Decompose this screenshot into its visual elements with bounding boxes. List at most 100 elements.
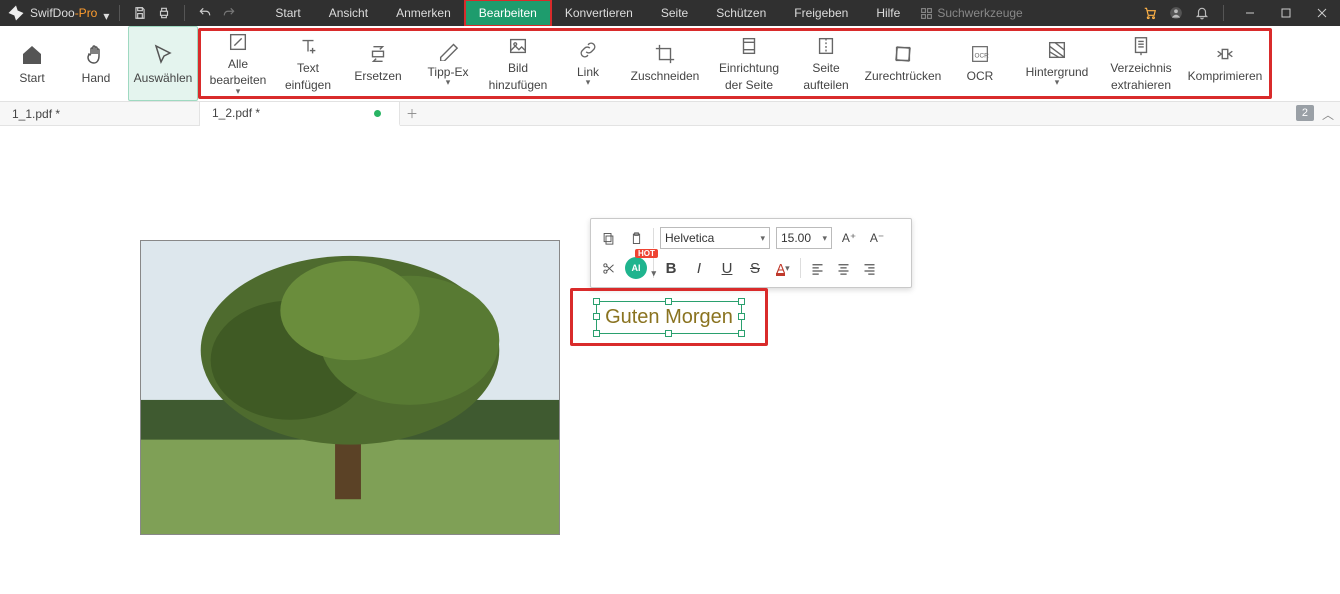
label: extrahieren xyxy=(1111,78,1171,92)
bold-button[interactable]: B xyxy=(660,257,682,279)
ai-button[interactable]: AIHOT▾ xyxy=(625,257,647,279)
hot-badge: HOT xyxy=(635,249,658,258)
menu-seite[interactable]: Seite xyxy=(647,0,702,26)
titlebar: SwifDoo-Pro ▾ Start Ansicht Anmerken Bea… xyxy=(0,0,1340,26)
resize-handle[interactable] xyxy=(665,330,672,337)
align-center-icon[interactable] xyxy=(833,257,853,279)
add-tab-button[interactable]: ＋ xyxy=(400,102,424,125)
tool-hand[interactable]: Hand xyxy=(64,26,128,101)
menu-konvertieren[interactable]: Konvertieren xyxy=(551,0,647,26)
label: hinzufügen xyxy=(489,78,548,92)
rtool-alle-bearbeiten[interactable]: Alle bearbeiten xyxy=(203,31,273,96)
cut-icon[interactable] xyxy=(597,257,619,279)
collapse-ribbon-button[interactable]: ︿ xyxy=(1322,106,1334,123)
label: OCR xyxy=(967,69,994,83)
grow-font-button[interactable]: A⁺ xyxy=(838,227,860,249)
editable-textbox[interactable]: Guten Morgen xyxy=(596,301,742,334)
size-select[interactable]: 15.00▾ xyxy=(776,227,832,249)
rtool-komprimieren[interactable]: Komprimieren xyxy=(1183,31,1267,96)
search-tools[interactable]: Suchwerkzeuge xyxy=(920,6,1022,20)
italic-button[interactable]: I xyxy=(688,257,710,279)
doctab-0[interactable]: 1_1.pdf * xyxy=(0,102,200,125)
rtool-seite-aufteilen[interactable]: Seite aufteilen xyxy=(791,31,861,96)
label: bearbeiten xyxy=(210,73,267,87)
label: Seite xyxy=(812,61,839,75)
eraser-icon xyxy=(437,39,459,61)
minimize-button[interactable] xyxy=(1232,0,1268,26)
embedded-image[interactable] xyxy=(140,240,560,535)
titlebar-right xyxy=(1137,0,1340,26)
textbox-highlight: Guten Morgen xyxy=(570,288,768,346)
separator xyxy=(653,228,654,248)
menu-anmerken[interactable]: Anmerken xyxy=(382,0,465,26)
rtool-bild[interactable]: Bild hinzufügen xyxy=(483,31,553,96)
bell-icon[interactable] xyxy=(1189,0,1215,26)
resize-handle[interactable] xyxy=(738,330,745,337)
app-dropdown-icon[interactable]: ▾ xyxy=(103,9,111,17)
rtool-link[interactable]: Link xyxy=(553,31,623,96)
font-select[interactable]: Helvetica▾ xyxy=(660,227,770,249)
doctab-1[interactable]: 1_2.pdf * xyxy=(200,102,400,126)
label: Bild xyxy=(508,61,528,75)
menu-freigeben[interactable]: Freigeben xyxy=(780,0,862,26)
user-icon[interactable] xyxy=(1163,0,1189,26)
chevron-down-icon: ▾ xyxy=(822,233,827,244)
menu-hilfe[interactable]: Hilfe xyxy=(862,0,914,26)
copy-icon[interactable] xyxy=(597,227,619,249)
font-value: Helvetica xyxy=(665,231,714,245)
cart-icon[interactable] xyxy=(1137,0,1163,26)
underline-button[interactable]: U xyxy=(716,257,738,279)
tool-start[interactable]: Start xyxy=(0,26,64,101)
paste-icon[interactable] xyxy=(625,227,647,249)
menu-ansicht[interactable]: Ansicht xyxy=(315,0,382,26)
document-canvas[interactable]: Helvetica▾ 15.00▾ A⁺ A⁻ AIHOT▾ B I U S A… xyxy=(0,126,1340,594)
menu-bearbeiten[interactable]: Bearbeiten xyxy=(465,0,551,26)
align-left-icon[interactable] xyxy=(807,257,827,279)
chevron-down-icon: ▾ xyxy=(651,268,656,279)
maximize-button[interactable] xyxy=(1268,0,1304,26)
page-setup-icon xyxy=(738,35,760,57)
rtool-text-einfuegen[interactable]: Text einfügen xyxy=(273,31,343,96)
ribbon: Start Hand Auswählen Alle bearbeiten Tex… xyxy=(0,26,1340,102)
rtool-ocr[interactable]: OCR OCR xyxy=(945,31,1015,96)
rtool-einrichtung[interactable]: Einrichtung der Seite xyxy=(707,31,791,96)
label: aufteilen xyxy=(803,78,848,92)
resize-handle[interactable] xyxy=(738,313,745,320)
replace-icon xyxy=(367,43,389,65)
undo-icon[interactable] xyxy=(193,1,217,25)
resize-handle[interactable] xyxy=(665,298,672,305)
menu-schuetzen[interactable]: Schützen xyxy=(702,0,780,26)
separator xyxy=(119,5,120,21)
rtool-tippex[interactable]: Tipp-Ex xyxy=(413,31,483,96)
rtool-ersetzen[interactable]: Ersetzen xyxy=(343,31,413,96)
label: Hintergrund xyxy=(1026,65,1089,79)
tool-start-label: Start xyxy=(19,71,44,85)
textbox-text[interactable]: Guten Morgen xyxy=(605,306,733,328)
ai-label: AI xyxy=(632,263,641,273)
label: Tipp-Ex xyxy=(428,65,469,79)
rtool-verzeichnis[interactable]: Verzeichnis extrahieren xyxy=(1099,31,1183,96)
label: Ersetzen xyxy=(354,69,401,83)
shrink-font-button[interactable]: A⁻ xyxy=(866,227,888,249)
tool-select[interactable]: Auswählen xyxy=(128,26,198,101)
redo-icon[interactable] xyxy=(217,1,241,25)
resize-handle[interactable] xyxy=(593,330,600,337)
resize-handle[interactable] xyxy=(738,298,745,305)
print-icon[interactable] xyxy=(152,1,176,25)
menu-start[interactable]: Start xyxy=(261,0,314,26)
font-color-button[interactable]: A▾ xyxy=(772,257,794,279)
rtool-zurechtruecken[interactable]: Zurechtrücken xyxy=(861,31,945,96)
svg-text:OCR: OCR xyxy=(975,53,990,60)
rtool-hintergrund[interactable]: Hintergrund xyxy=(1015,31,1099,96)
resize-handle[interactable] xyxy=(593,298,600,305)
strike-button[interactable]: S xyxy=(744,257,766,279)
resize-handle[interactable] xyxy=(593,313,600,320)
align-right-icon[interactable] xyxy=(859,257,879,279)
save-icon[interactable] xyxy=(128,1,152,25)
rtool-zuschneiden[interactable]: Zuschneiden xyxy=(623,31,707,96)
format-toolbar: Helvetica▾ 15.00▾ A⁺ A⁻ AIHOT▾ B I U S A… xyxy=(590,218,912,288)
left-tools: Start Hand Auswählen xyxy=(0,26,198,101)
split-page-icon xyxy=(815,35,837,57)
close-button[interactable] xyxy=(1304,0,1340,26)
label: Link xyxy=(577,65,599,79)
